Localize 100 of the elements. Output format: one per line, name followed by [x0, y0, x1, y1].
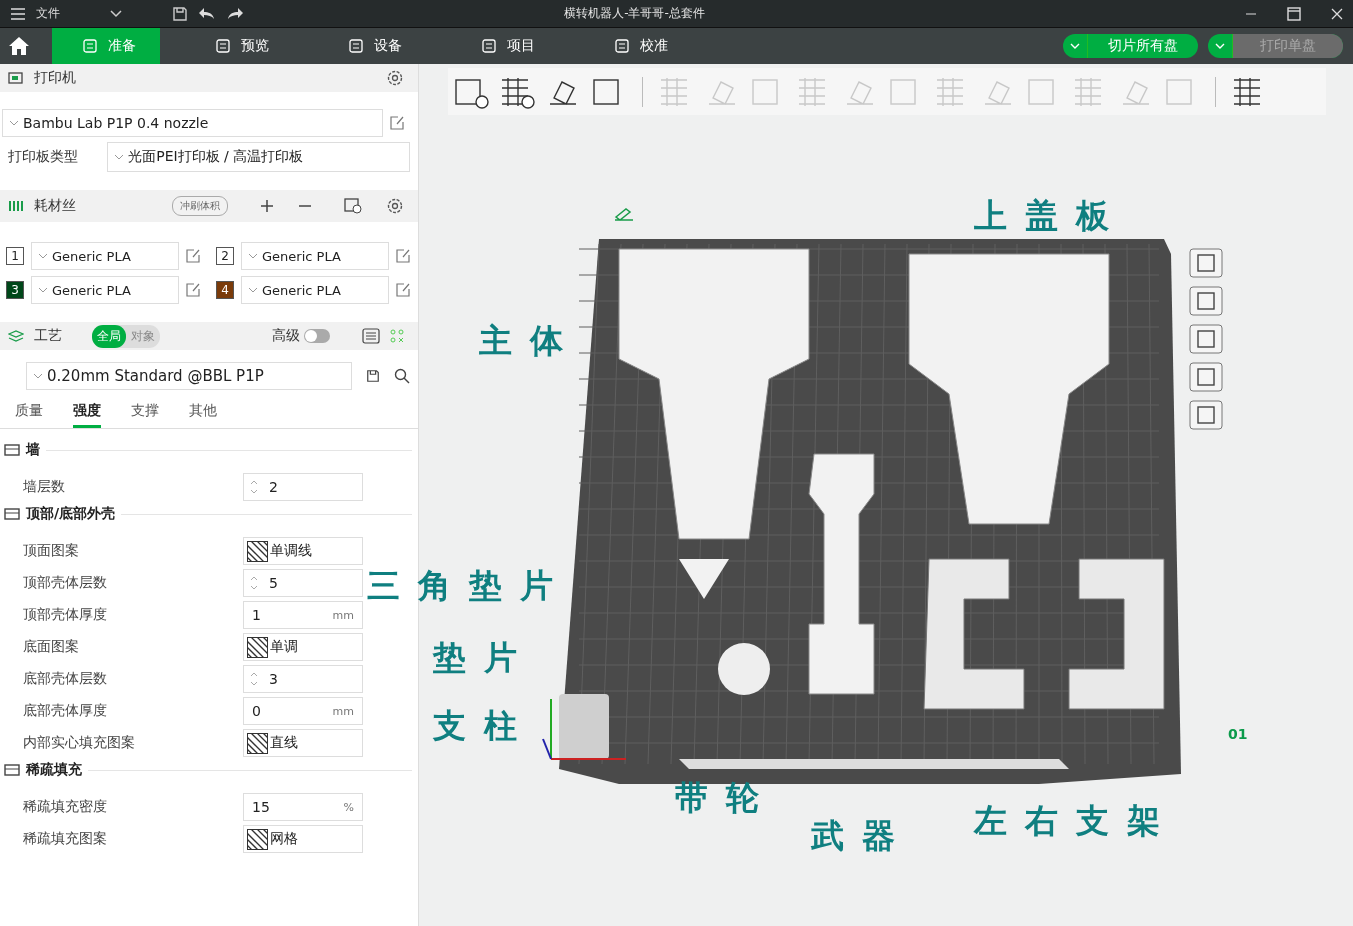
- view-tool-icon[interactable]: [1189, 248, 1223, 278]
- part-label: 垫片: [433, 637, 535, 679]
- window-title: 横转机器人-羊哥哥-总套件: [563, 5, 706, 22]
- nav-tab[interactable]: 项目: [451, 28, 559, 64]
- setting-label: 稀疏填充密度: [23, 798, 108, 816]
- filament-select[interactable]: Generic PLA: [31, 276, 179, 304]
- nav-tab[interactable]: 预览: [185, 28, 293, 64]
- filament-number[interactable]: 1: [6, 247, 24, 265]
- pattern-select[interactable]: 直线: [243, 729, 363, 757]
- view-tool-icon[interactable]: [1189, 324, 1223, 354]
- printed-part[interactable]: [1068, 558, 1165, 710]
- settings-icon[interactable]: [386, 197, 404, 215]
- spinner-icon[interactable]: [249, 478, 259, 496]
- save-icon[interactable]: [366, 369, 380, 383]
- caret-icon[interactable]: [110, 9, 122, 18]
- filament-number[interactable]: 2: [216, 247, 234, 265]
- caret-icon: [248, 253, 258, 259]
- setting-label: 顶部壳体厚度: [23, 606, 108, 624]
- redo-icon[interactable]: [226, 6, 244, 21]
- setting-label: 顶面图案: [23, 542, 80, 560]
- process-select[interactable]: 0.20mm Standard @BBL P1P: [26, 362, 352, 390]
- caret-icon: [248, 287, 258, 293]
- sync-icon[interactable]: [344, 198, 362, 214]
- part-label: 左右支架: [974, 800, 1178, 842]
- filament-number[interactable]: 3: [6, 281, 24, 299]
- caret-icon: [38, 287, 48, 293]
- menu-icon[interactable]: [10, 6, 26, 21]
- printed-part[interactable]: [908, 253, 1110, 525]
- plate-select[interactable]: 光面PEI打印板 / 高温打印板: [107, 142, 410, 172]
- spinner-icon[interactable]: [249, 670, 259, 688]
- number-field[interactable]: 3: [243, 665, 363, 693]
- view-tool-icon[interactable]: [1189, 400, 1223, 430]
- number-field[interactable]: 5: [243, 569, 363, 597]
- edit-icon[interactable]: [185, 248, 201, 264]
- settings-tab[interactable]: 其他: [189, 402, 217, 428]
- edit-icon[interactable]: [185, 282, 201, 298]
- add-icon[interactable]: [260, 199, 274, 213]
- filament-select[interactable]: Generic PLA: [31, 242, 179, 270]
- nav-tab[interactable]: 设备: [318, 28, 426, 64]
- section-title: 耗材丝: [34, 197, 76, 215]
- filament-select[interactable]: Generic PLA: [241, 242, 389, 270]
- tab-icon: [215, 38, 231, 54]
- setting-label: 底部壳体层数: [23, 670, 108, 688]
- hatch-icon: [247, 732, 268, 754]
- file-menu[interactable]: 文件: [36, 5, 60, 22]
- pattern-select[interactable]: 单调: [243, 633, 363, 661]
- number-field[interactable]: 2: [243, 473, 363, 501]
- part-label: 带轮: [675, 777, 777, 819]
- close-icon[interactable]: [1331, 7, 1343, 20]
- edit-icon[interactable]: [614, 207, 634, 221]
- part-label: 支柱: [433, 705, 535, 747]
- settings-icon[interactable]: [386, 69, 404, 87]
- filament-number[interactable]: 4: [216, 281, 234, 299]
- settings-tab[interactable]: 支撑: [131, 402, 159, 428]
- flush-volume-button[interactable]: 冲刷体积: [172, 196, 228, 216]
- caret-icon: [9, 120, 19, 126]
- printed-part[interactable]: [618, 248, 810, 540]
- tab-icon: [348, 38, 364, 54]
- tab-icon: [481, 38, 497, 54]
- layers-icon: [8, 329, 24, 343]
- plate-number: 01: [1228, 726, 1248, 742]
- printed-part[interactable]: [923, 558, 1025, 710]
- pattern-select[interactable]: 单调线: [243, 537, 363, 565]
- section-heading: 顶部/底部外壳: [26, 505, 116, 523]
- home-icon[interactable]: [8, 36, 30, 56]
- settings-tab[interactable]: 质量: [15, 402, 43, 428]
- printed-part[interactable]: [718, 643, 770, 695]
- printed-part[interactable]: [808, 453, 875, 695]
- nav-tab[interactable]: 校准: [584, 28, 692, 64]
- printer-select[interactable]: Bambu Lab P1P 0.4 nozzle: [2, 109, 383, 137]
- caret-icon: [33, 373, 43, 379]
- filament-select[interactable]: Generic PLA: [241, 276, 389, 304]
- setting-label: 墙层数: [23, 478, 66, 496]
- settings-tab[interactable]: 强度: [73, 402, 101, 428]
- hatch-icon: [247, 828, 268, 850]
- printer-icon: [8, 71, 24, 85]
- number-field[interactable]: 0 mm: [243, 697, 363, 725]
- part-label: 主体: [479, 320, 581, 362]
- setting-label: 顶部壳体层数: [23, 574, 108, 592]
- number-field[interactable]: 1 mm: [243, 601, 363, 629]
- view-tool-icon[interactable]: [1189, 362, 1223, 392]
- printed-part[interactable]: [679, 559, 729, 599]
- number-field[interactable]: 15 %: [243, 793, 363, 821]
- spinner-icon[interactable]: [249, 574, 259, 592]
- caret-icon: [114, 154, 125, 160]
- edit-icon[interactable]: [389, 115, 405, 131]
- advanced-switch[interactable]: [304, 329, 330, 343]
- pattern-select[interactable]: 网格: [243, 825, 363, 853]
- edit-icon[interactable]: [395, 282, 411, 298]
- view-tool-icon[interactable]: [1189, 286, 1223, 316]
- search-icon[interactable]: [394, 368, 410, 384]
- tab-icon: [614, 38, 630, 54]
- section-heading: 墙: [26, 441, 40, 459]
- list-icon[interactable]: [362, 328, 380, 344]
- filament-icon: [8, 199, 24, 213]
- maximize-icon[interactable]: [1287, 6, 1301, 21]
- edit-icon[interactable]: [395, 248, 411, 264]
- part-label: 上盖板: [974, 195, 1127, 237]
- hatch-icon: [247, 540, 268, 562]
- section-icon: [4, 507, 20, 521]
